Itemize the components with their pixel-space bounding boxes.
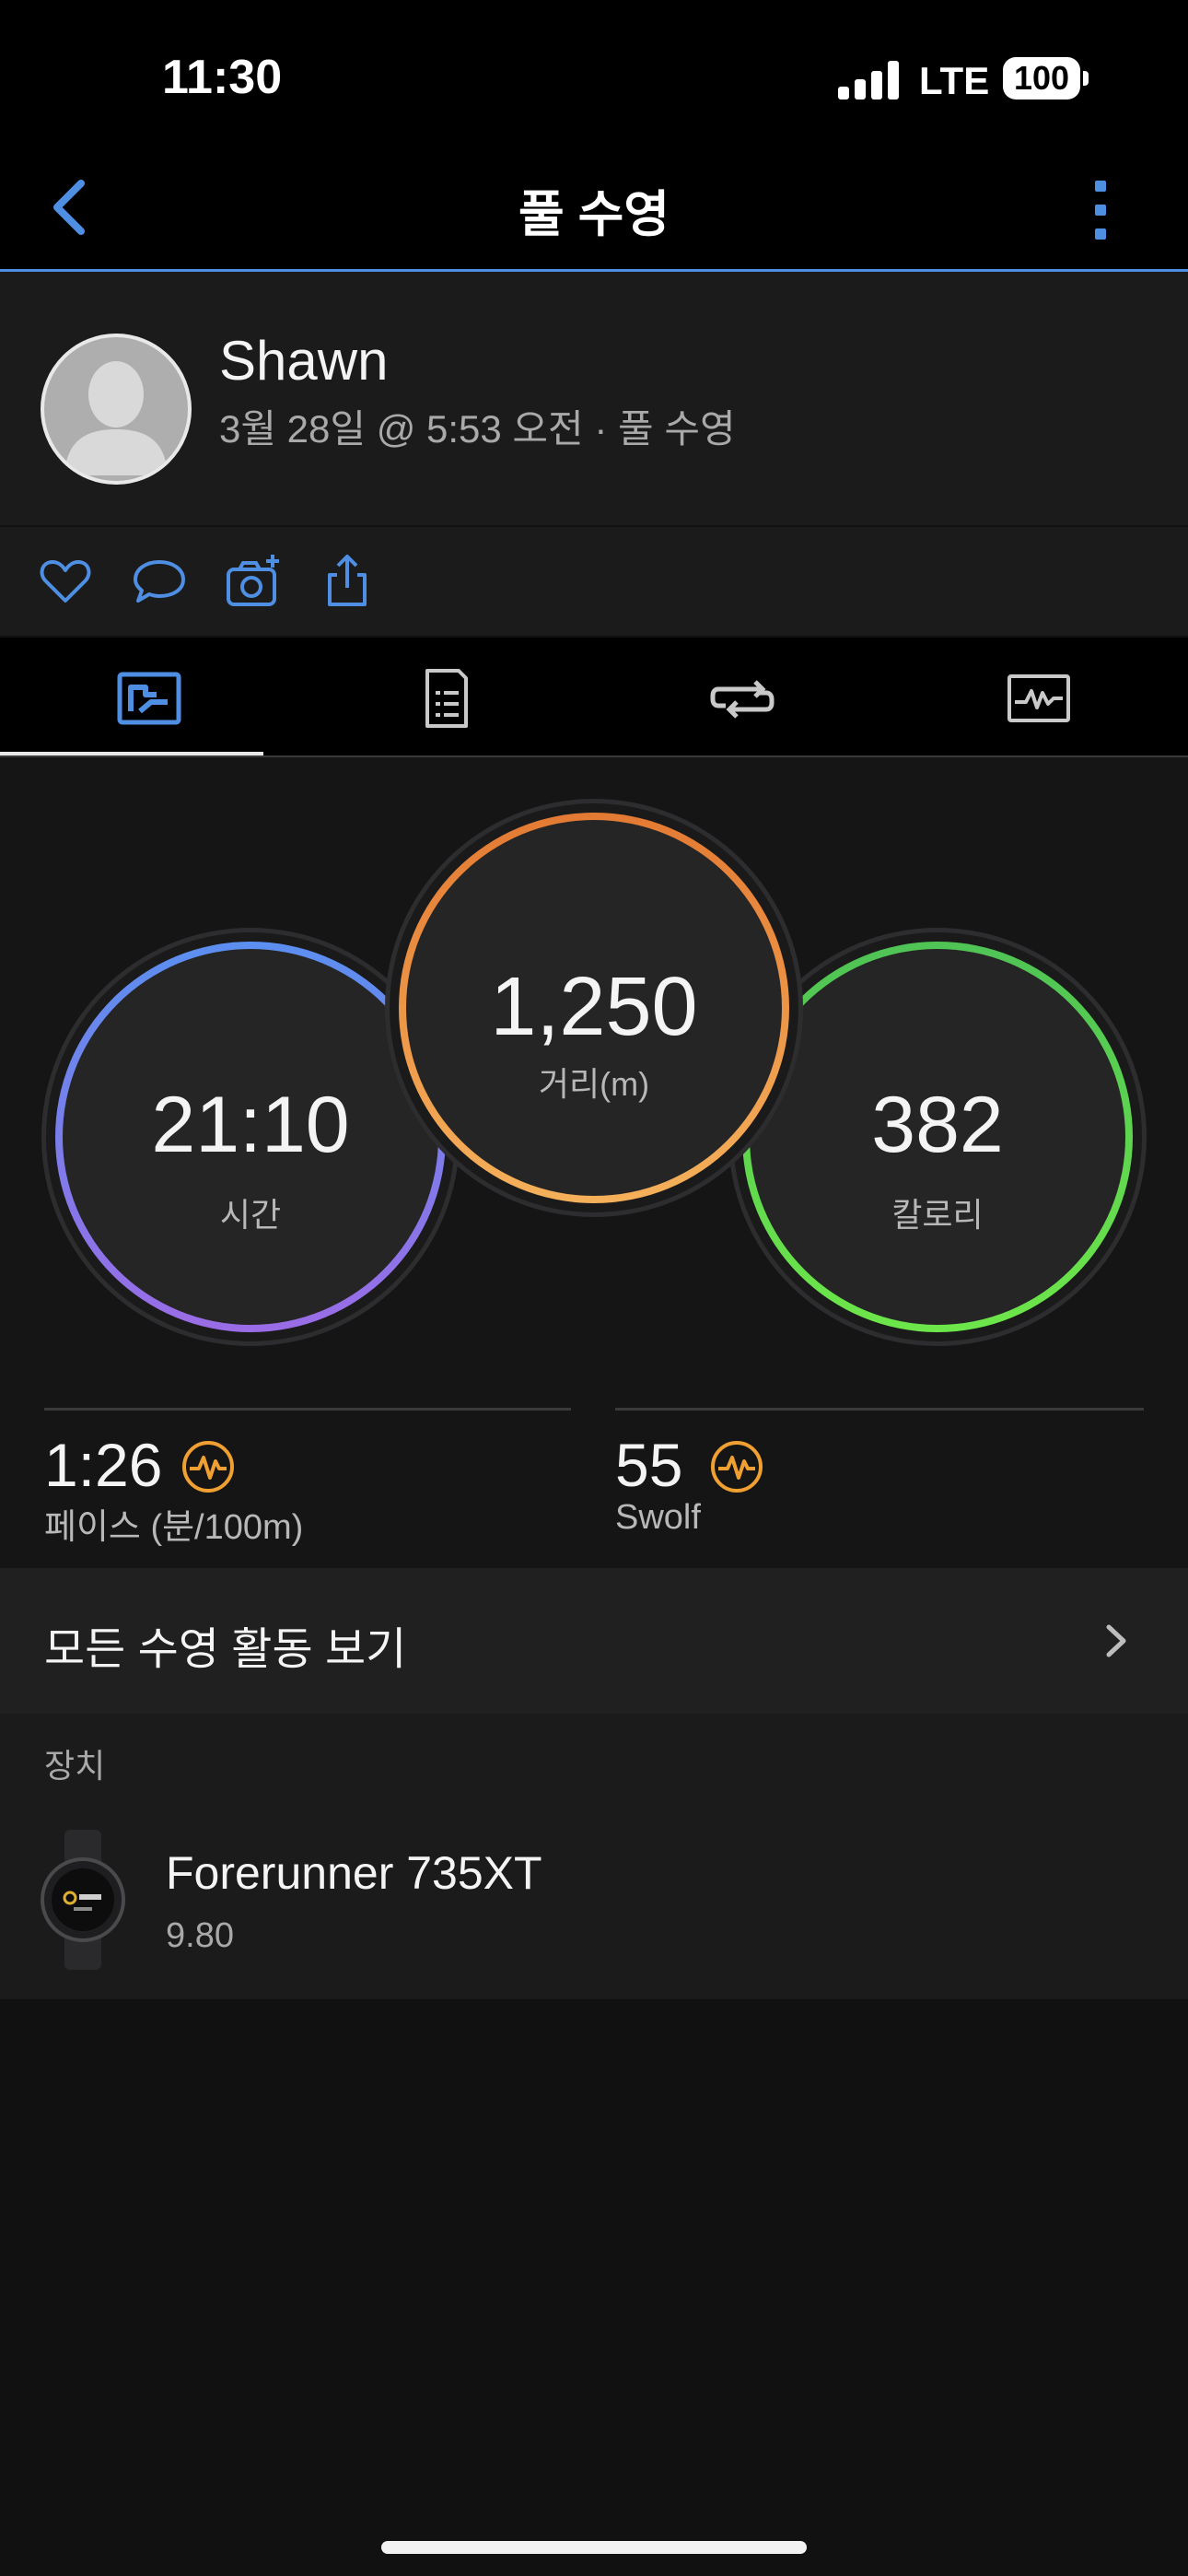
overview-icon: [117, 672, 181, 725]
tab-laps[interactable]: [593, 638, 890, 755]
add-photo-button[interactable]: [225, 553, 282, 610]
speech-bubble-icon: [134, 560, 185, 603]
battery-nub: [1083, 71, 1089, 86]
swolf-label: Swolf: [615, 1498, 701, 1537]
signal-icon: [838, 61, 899, 100]
pulse-icon[interactable]: [709, 1439, 764, 1494]
activity-meta: 3월 28일 @ 5:53 오전 · 풀 수영: [219, 407, 736, 451]
device-section-header: 장치: [44, 1747, 106, 1785]
more-dot-icon: [1095, 181, 1106, 192]
pulse-icon[interactable]: [181, 1439, 236, 1494]
pace-value: 1:26: [44, 1431, 163, 1499]
device-version: 9.80: [166, 1916, 234, 1955]
divider: [615, 1408, 1144, 1411]
pace-label: 페이스 (분/100m): [44, 1508, 304, 1547]
calories-label: 칼로리: [891, 1196, 984, 1234]
tab-overview[interactable]: [0, 638, 297, 755]
user-silhouette-icon: [64, 361, 168, 475]
page-title: 풀 수영: [518, 187, 670, 242]
share-icon: [328, 555, 367, 606]
home-indicator[interactable]: [381, 2541, 807, 2554]
more-options-button[interactable]: [1077, 177, 1124, 243]
divider: [44, 1408, 571, 1411]
document-list-icon: [425, 669, 468, 728]
more-dot-icon: [1095, 205, 1106, 216]
chevron-right-icon: [1101, 1622, 1131, 1660]
distance-label: 거리(m): [538, 1065, 650, 1103]
heart-icon: [40, 560, 91, 603]
status-time: 11:30: [162, 51, 283, 104]
laps-loop-icon: [710, 680, 775, 719]
user-name[interactable]: Shawn: [219, 329, 388, 392]
device-name[interactable]: Forerunner 735XT: [166, 1846, 542, 1900]
all-swim-activities-label: 모든 수영 활동 보기: [44, 1625, 407, 1674]
comment-button[interactable]: [131, 553, 188, 610]
distance-ring[interactable]: 1,250 거리(m): [390, 803, 798, 1212]
distance-value: 1,250: [490, 961, 698, 1053]
network-type: LTE: [919, 59, 990, 102]
swolf-value: 55: [615, 1431, 683, 1499]
share-button[interactable]: [319, 553, 376, 610]
tab-details[interactable]: [297, 638, 593, 755]
watch-image: [41, 1830, 125, 1970]
tab-charts[interactable]: [890, 638, 1186, 755]
chart-icon: [1007, 674, 1070, 722]
like-button[interactable]: [37, 553, 94, 610]
battery-icon: 100: [1003, 57, 1080, 100]
avatar[interactable]: [41, 334, 192, 485]
camera-plus-icon: [227, 555, 279, 606]
tab-selected-indicator: [0, 752, 263, 755]
time-label: 시간: [219, 1196, 282, 1234]
more-dot-icon: [1095, 228, 1106, 240]
